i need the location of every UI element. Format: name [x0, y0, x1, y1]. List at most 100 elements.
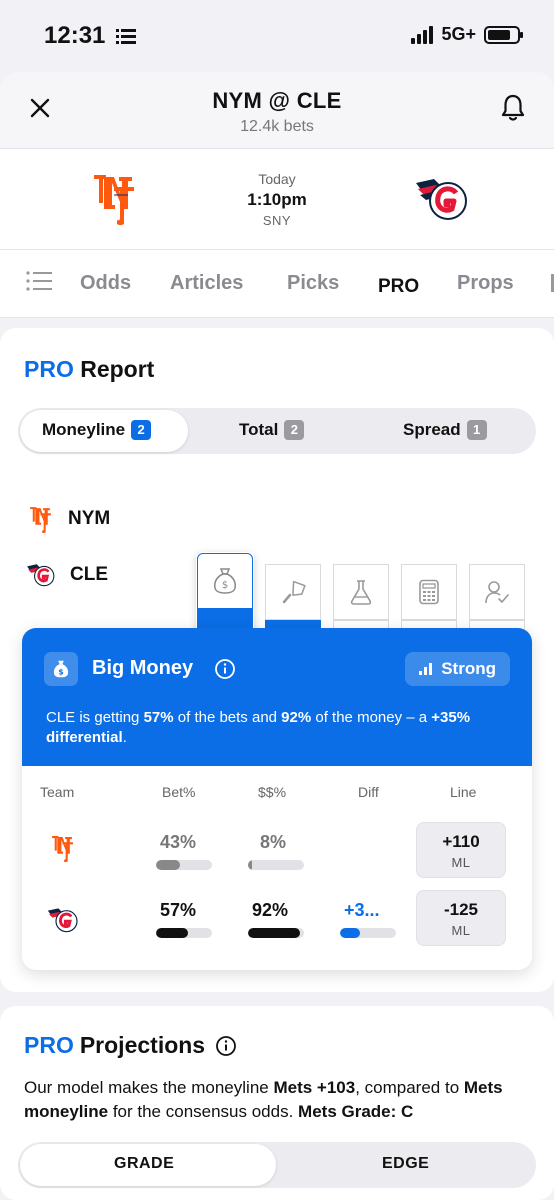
segment-count-badge: 2 [284, 420, 305, 440]
network-label: 5G+ [441, 24, 476, 44]
market-segmented-control: Moneyline 2 Total 2 Spread 1 [18, 408, 536, 454]
tab-props[interactable]: Props [457, 272, 514, 295]
team-abbr: CLE [70, 564, 108, 585]
money-percent: 8% [260, 832, 287, 852]
header: NYM @ CLE 12.4k bets [0, 72, 554, 148]
signal-model-nym[interactable] [333, 564, 389, 620]
segment-total[interactable]: Total 2 [239, 420, 305, 440]
line-type: ML [451, 855, 471, 870]
money-percent-bar [248, 860, 304, 870]
flask-icon [350, 580, 372, 605]
mets-logo-icon [30, 507, 51, 534]
svg-text:$: $ [58, 668, 63, 677]
game-start-time: 1:10pm [247, 190, 307, 209]
list-icon [116, 29, 136, 44]
segment-edge[interactable]: EDGE [382, 1155, 429, 1173]
big-money-description: CLE is getting 57% of the bets and 92% o… [46, 709, 471, 746]
bell-icon[interactable] [498, 92, 528, 124]
col-head-money: $$% [258, 784, 287, 800]
cleaver-icon [282, 580, 306, 604]
report-label: Report [80, 356, 155, 382]
bet-count: 12.4k bets [240, 118, 314, 135]
col-head-diff: Diff [358, 784, 379, 800]
line-value: -125 [443, 900, 479, 919]
money-percent-bar [248, 928, 304, 938]
segment-count-badge: 2 [131, 420, 152, 440]
status-bar: 12:31 5G+ [0, 0, 554, 72]
bet-percent-bar [156, 860, 212, 870]
game-title: NYM @ CLE [212, 88, 342, 113]
info-icon[interactable] [215, 1035, 237, 1057]
segment-grade[interactable]: GRADE [114, 1155, 174, 1173]
tab-pro[interactable]: PRO [378, 276, 419, 298]
projections-text: Our model makes the moneyline Mets +103,… [24, 1078, 503, 1121]
line-value: +110 [442, 832, 480, 851]
svg-text:$: $ [222, 580, 228, 591]
signal-calculator-nym[interactable] [401, 564, 457, 620]
game-network: SNY [262, 213, 292, 228]
mets-logo-icon [52, 836, 73, 863]
guardians-logo-icon [47, 908, 78, 933]
battery-icon [484, 25, 523, 44]
calculator-icon [419, 579, 439, 605]
game-day: Today [258, 171, 296, 187]
info-icon[interactable] [214, 658, 236, 680]
col-head-team: Team [40, 784, 75, 800]
menu-list-icon[interactable] [26, 270, 52, 292]
matchup-bar: Today 1:10pm SNY [0, 148, 554, 250]
bet-percent: 43% [160, 832, 197, 852]
segment-label: Total [239, 420, 279, 439]
big-money-header: $ Big Money Strong CLE is getting 57% of… [22, 628, 532, 766]
money-bag-icon: $ [214, 568, 236, 594]
team-row-nym: NYM [26, 504, 110, 534]
bar-fill [248, 928, 300, 938]
segment-spread[interactable]: Spread 1 [403, 420, 487, 440]
pro-label: PRO [24, 356, 74, 382]
line-type: ML [451, 923, 471, 938]
strength-bars-icon [419, 663, 433, 675]
line-button-nym[interactable]: +110 ML [416, 822, 506, 878]
bar-fill [156, 928, 188, 938]
bar-fill [156, 860, 181, 870]
tab-bar: Odds Articles Picks PRO Props [0, 250, 554, 318]
signal-big-money-nym[interactable]: $ [197, 553, 253, 609]
big-money-title: Big Money [92, 657, 194, 679]
bet-percent: 57% [160, 900, 197, 920]
diff-percent-bar [340, 928, 396, 938]
signal-experts-nym[interactable] [469, 564, 525, 620]
line-button-cle[interactable]: -125 ML [416, 890, 506, 946]
guardians-logo-icon [27, 564, 55, 587]
projections-segmented-control: GRADE EDGE [18, 1142, 536, 1188]
person-check-icon [485, 581, 509, 604]
cellular-signal-icon [411, 25, 434, 44]
strength-label: Strong [441, 659, 496, 678]
bet-percent-bar [156, 928, 212, 938]
tab-articles[interactable]: Articles [170, 272, 243, 295]
diff-percent: +3... [344, 900, 380, 920]
tab-picks[interactable]: Picks [287, 272, 339, 295]
money-percent: 92% [252, 900, 289, 920]
segment-moneyline[interactable]: Moneyline 2 [42, 420, 152, 440]
segment-label: Spread [403, 420, 461, 439]
signal-sharp-nym[interactable] [265, 564, 321, 620]
pro-projections-card: PRO Projections Our model makes the mone… [0, 1006, 554, 1200]
money-bag-icon: $ [44, 652, 78, 686]
big-money-popup: $ Big Money Strong CLE is getting 57% of… [22, 628, 532, 970]
team-abbr: NYM [68, 508, 111, 529]
strength-badge: Strong [405, 652, 510, 686]
col-head-bet: Bet% [162, 784, 196, 800]
col-head-line: Line [450, 784, 477, 800]
game-sheet: NYM @ CLE 12.4k bets Today 1:10pm SNY Od… [0, 72, 554, 1200]
bar-fill [340, 928, 360, 938]
projections-label: Projections [79, 1032, 206, 1058]
segment-count-badge: 1 [466, 420, 487, 440]
pro-label: PRO [24, 1032, 74, 1058]
segment-label: Moneyline [42, 420, 126, 439]
tab-odds[interactable]: Odds [80, 272, 131, 295]
team-row-cle: CLE [26, 562, 108, 588]
status-time: 12:31 [44, 22, 106, 49]
guardians-logo-icon[interactable] [414, 175, 470, 223]
bar-fill [248, 860, 253, 870]
pro-report-title: PRO Report [24, 356, 154, 383]
pro-projections-title: PRO Projections [24, 1032, 237, 1059]
